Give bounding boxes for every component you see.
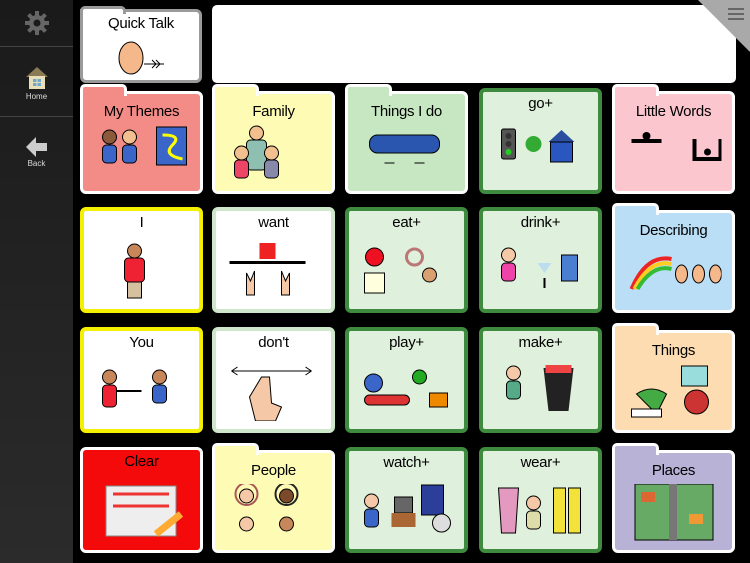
watch-picture-icon (363, 484, 451, 533)
cell-label: play+ (389, 334, 424, 351)
cell-label: Things I do (371, 103, 442, 120)
cell-label: I (139, 214, 144, 231)
cell-label: make+ (518, 334, 563, 351)
home-label: Home (25, 92, 48, 101)
want-picture-icon (229, 243, 305, 296)
cell-things-i-do[interactable]: Things I do (345, 84, 468, 194)
cell-clear[interactable]: Clear (80, 447, 203, 553)
cell-you[interactable]: You (80, 327, 203, 433)
cell-make[interactable]: make+ (479, 327, 602, 433)
clear-picture-icon (105, 485, 183, 537)
people-picture-icon (234, 484, 298, 532)
little-words-picture-icon (631, 132, 721, 161)
cell-label: My Themes (103, 103, 180, 120)
cell-family[interactable]: Family (212, 84, 335, 194)
sidebar: Home Back (0, 0, 73, 563)
divider (0, 46, 73, 47)
divider (0, 116, 73, 117)
hands-picture-icon (368, 134, 440, 164)
quick-talk-button[interactable]: Quick Talk (80, 6, 202, 83)
cell-label: eat+ (392, 214, 421, 231)
dont-picture-icon (230, 366, 312, 421)
back-button[interactable]: Back (0, 137, 73, 168)
person-picture-icon (123, 243, 145, 299)
play-picture-icon (363, 369, 448, 408)
cell-watch[interactable]: watch+ (345, 447, 468, 553)
themes-picture-icon (101, 126, 187, 166)
cell-wear[interactable]: wear+ (479, 447, 602, 553)
cell-little-words[interactable]: Little Words (612, 84, 735, 194)
things-picture-icon (630, 365, 709, 418)
hamburger-icon[interactable] (728, 8, 744, 23)
speaking-face-icon (118, 41, 164, 75)
cell-label: Describing (639, 222, 708, 239)
cell-my-themes[interactable]: My Themes (80, 84, 203, 194)
describing-picture-icon (629, 256, 721, 291)
home-icon (25, 67, 48, 89)
places-picture-icon (634, 484, 713, 541)
home-button[interactable]: Home (0, 66, 73, 101)
cell-label: Things (651, 342, 696, 359)
quick-talk-label: Quick Talk (108, 15, 174, 32)
cell-label: go+ (528, 95, 553, 112)
gear-icon[interactable] (24, 10, 50, 36)
make-picture-icon (505, 365, 573, 411)
cell-things[interactable]: Things (612, 323, 735, 433)
back-arrow-icon (25, 137, 47, 157)
you-picture-icon (101, 369, 167, 408)
cell-label: People (251, 462, 296, 479)
cell-go[interactable]: go+ (479, 88, 602, 194)
cell-label: You (129, 334, 154, 351)
cell-label: Clear (124, 453, 159, 470)
wear-picture-icon (497, 487, 581, 534)
go-picture-icon (500, 128, 574, 163)
cell-people[interactable]: People (212, 443, 335, 553)
cell-want[interactable]: want (212, 207, 335, 313)
cell-label: don't (258, 334, 289, 351)
main-grid-area: Quick Talk My Themes Family Things I do go+… (73, 0, 750, 563)
cell-eat[interactable]: eat+ (345, 207, 468, 313)
cell-drink[interactable]: drink+ (479, 207, 602, 313)
cell-places[interactable]: Places (612, 443, 735, 553)
cell-describing[interactable]: Describing (612, 203, 735, 313)
eat-picture-icon (363, 247, 437, 294)
family-picture-icon (233, 125, 279, 179)
cell-label: drink+ (520, 214, 561, 231)
message-bar[interactable] (212, 5, 736, 83)
cell-label: want (258, 214, 289, 231)
cell-label: watch+ (383, 454, 430, 471)
drink-picture-icon (500, 247, 578, 288)
cell-i[interactable]: I (80, 207, 203, 313)
cell-label: Family (252, 103, 295, 120)
cell-don-t[interactable]: don't (212, 327, 335, 433)
cell-label: Places (651, 462, 696, 479)
cell-label: wear+ (520, 454, 561, 471)
back-label: Back (27, 159, 46, 168)
cell-play[interactable]: play+ (345, 327, 468, 433)
cell-label: Little Words (635, 103, 712, 120)
